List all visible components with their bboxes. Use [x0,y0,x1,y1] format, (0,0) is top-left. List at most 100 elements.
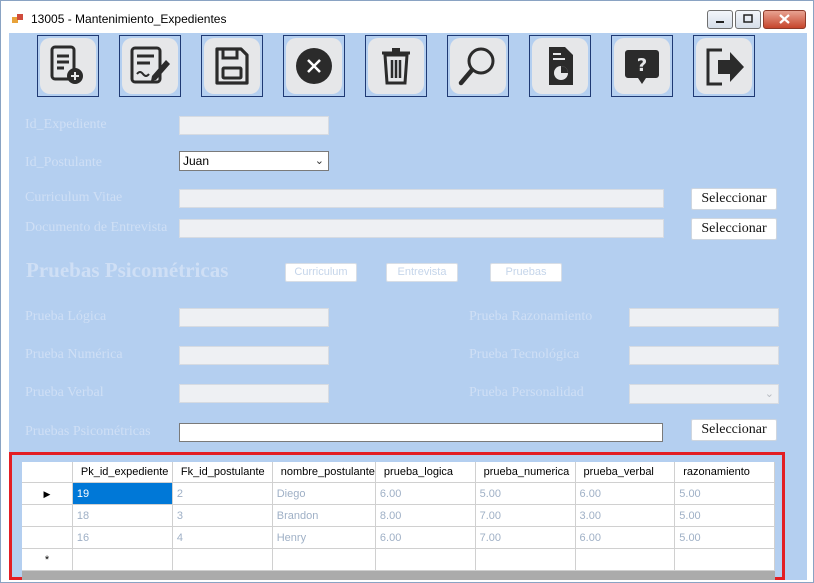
column-header[interactable]: Fk_id_postulante [172,462,273,483]
pruebas-psicometricas-field[interactable] [179,423,663,442]
id-expediente-field[interactable] [179,116,329,135]
pruebas-button[interactable]: Pruebas [490,263,562,282]
window-title: 13005 - Mantenimiento_Expedientes [31,12,227,26]
table-cell[interactable]: 5.00 [674,482,775,505]
table-cell[interactable]: 8.00 [375,504,476,527]
prueba-verbal-field[interactable] [179,384,329,403]
table-cell[interactable]: 16 [72,526,173,549]
table-row[interactable]: 16 4 Henry 6.00 7.00 6.00 5.00 [22,526,775,549]
cancel-button[interactable] [283,35,345,97]
curriculum-button[interactable]: Curriculum [285,263,357,282]
table-cell[interactable]: Brandon [272,504,376,527]
table-cell[interactable]: 5.00 [674,504,775,527]
svg-text:?: ? [637,55,647,76]
column-header[interactable]: prueba_verbal [575,462,676,483]
row-header[interactable] [22,526,73,549]
table-cell[interactable]: 7.00 [475,504,576,527]
table-cell[interactable] [172,548,273,571]
minimize-button[interactable] [707,10,733,29]
prueba-logica-field[interactable] [179,308,329,327]
main-window: 13005 - Mantenimiento_Expedientes ? Id_E… [0,0,814,583]
close-icon [779,14,790,24]
select-curriculum-button[interactable]: Seleccionar [691,188,777,210]
table-cell[interactable]: 6.00 [575,482,676,505]
table-cell[interactable] [575,548,676,571]
close-button[interactable] [763,10,806,29]
chevron-down-icon: ⌄ [314,155,324,167]
table-cell[interactable]: 6.00 [375,482,476,505]
grid-table: Pk_id_expediente Fk_id_postulante nombre… [22,462,775,571]
expedientes-grid[interactable]: Pk_id_expediente Fk_id_postulante nombre… [22,462,775,580]
entrevista-field[interactable] [179,219,664,238]
search-button[interactable] [447,35,509,97]
table-cell[interactable]: Henry [272,526,376,549]
table-cell[interactable]: 3 [172,504,273,527]
prueba-razonamiento-label: Prueba Razonamiento [469,309,593,324]
prueba-razonamiento-field[interactable] [629,308,779,327]
form-client-area: ? Id_Expediente Id_Postulante Juan ⌄ Cur… [9,33,807,580]
edit-record-icon [130,46,170,84]
new-record-button[interactable] [37,35,99,97]
maximize-icon [743,14,753,23]
save-button[interactable] [201,35,263,97]
entrevista-button[interactable]: Entrevista [386,263,458,282]
table-cell[interactable] [72,548,173,571]
delete-icon [382,48,410,85]
select-pruebas-button[interactable]: Seleccionar [691,419,777,441]
id-expediente-label: Id_Expediente [25,117,107,132]
prueba-personalidad-label: Prueba Personalidad [469,385,584,400]
table-cell[interactable]: 7.00 [475,526,576,549]
row-header[interactable] [22,504,73,527]
prueba-logica-label: Prueba Lógica [25,309,107,324]
table-cell[interactable]: 5.00 [674,526,775,549]
pruebas-psicometricas-label: Pruebas Psicométricas [25,424,151,439]
table-cell[interactable] [375,548,476,571]
curriculum-field[interactable] [179,189,664,208]
cancel-icon [296,48,332,84]
table-row[interactable]: ▶ 19 2 Diego 6.00 5.00 6.00 5.00 [22,482,775,505]
column-header[interactable]: prueba_numerica [475,462,576,483]
app-icon [12,14,23,23]
maximize-button[interactable] [735,10,761,29]
table-cell[interactable]: 5.00 [475,482,576,505]
table-cell[interactable] [272,548,376,571]
column-header[interactable]: nombre_postulante [272,462,376,483]
table-cell[interactable]: 19 [72,482,173,505]
help-button[interactable]: ? [611,35,673,97]
table-cell[interactable] [674,548,775,571]
table-cell[interactable]: Diego [272,482,376,505]
table-row[interactable]: 18 3 Brandon 8.00 7.00 3.00 5.00 [22,504,775,527]
table-cell[interactable]: 18 [72,504,173,527]
table-cell[interactable]: 6.00 [575,526,676,549]
prueba-personalidad-select[interactable]: ⌄ [629,384,779,404]
column-header[interactable]: prueba_logica [375,462,476,483]
section-title: Pruebas Psicométricas [26,258,229,282]
current-row-icon: ▶ [43,488,51,499]
column-header[interactable]: razonamiento [674,462,775,483]
prueba-tecnologica-field[interactable] [629,346,779,365]
report-button[interactable] [529,35,591,97]
curriculum-label: Curriculum Vitae [25,190,123,205]
column-header[interactable]: Pk_id_expediente [72,462,173,483]
exit-button[interactable] [693,35,755,97]
table-cell[interactable]: 6.00 [375,526,476,549]
delete-button[interactable] [365,35,427,97]
row-header[interactable]: ▶ [22,482,73,505]
select-entrevista-button[interactable]: Seleccionar [691,218,777,240]
report-icon [549,47,573,85]
save-icon [215,47,249,85]
prueba-verbal-label: Prueba Verbal [25,385,104,400]
table-cell[interactable]: 4 [172,526,273,549]
grid-corner [22,462,73,483]
new-row[interactable]: * [22,548,775,571]
exit-icon [706,48,744,86]
edit-record-button[interactable] [119,35,181,97]
row-header[interactable]: * [22,548,73,571]
id-postulante-select[interactable]: Juan ⌄ [179,151,329,171]
table-cell[interactable] [475,548,576,571]
entrevista-label: Documento de Entrevista [25,220,168,235]
table-cell[interactable]: 2 [172,482,273,505]
grid-header-row: Pk_id_expediente Fk_id_postulante nombre… [22,462,775,483]
prueba-numerica-field[interactable] [179,346,329,365]
table-cell[interactable]: 3.00 [575,504,676,527]
